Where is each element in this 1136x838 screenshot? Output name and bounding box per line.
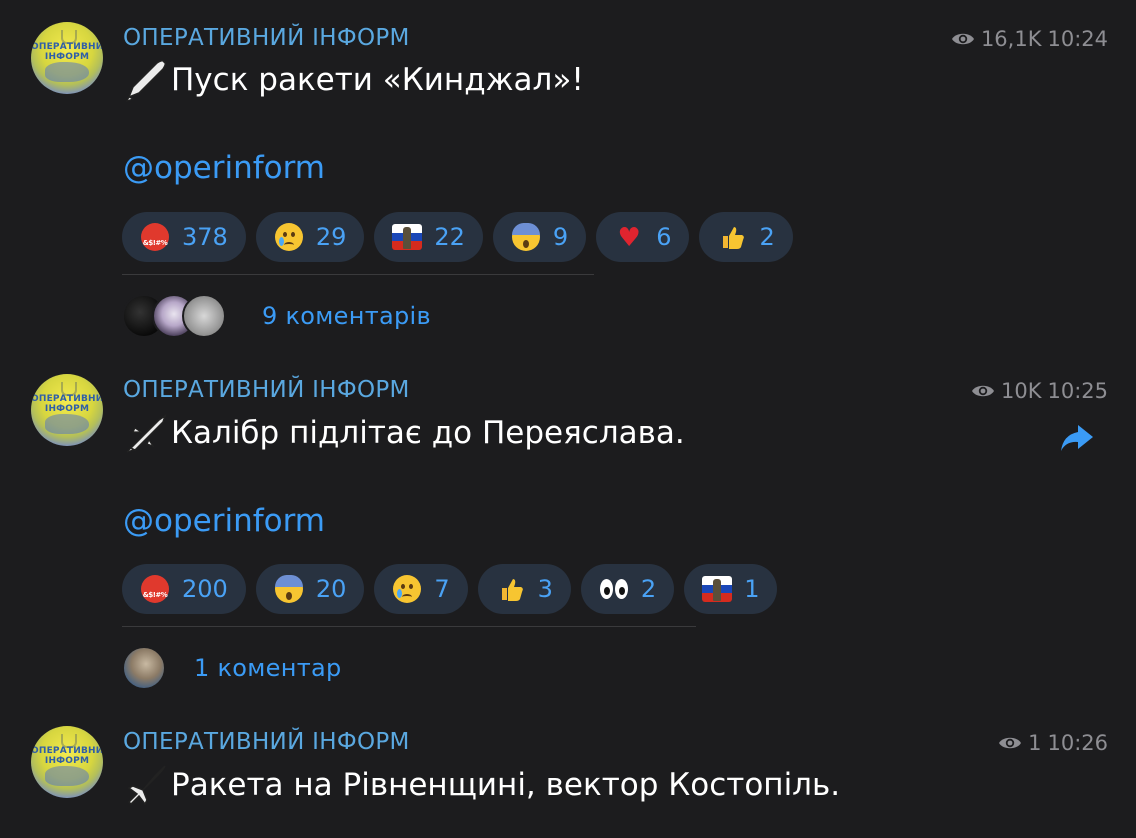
- message-body: Пуск ракети «Кинджал»!: [171, 62, 584, 98]
- russian-flag-figure-icon: [392, 222, 423, 252]
- screaming-face-icon: [274, 574, 304, 604]
- ukraine-map-icon: [45, 766, 89, 786]
- ukraine-map-icon: [45, 414, 89, 434]
- channel-name[interactable]: ОПЕРАТИВНИЙ ІНФОРМ: [123, 377, 410, 403]
- screaming-face-icon: [511, 222, 541, 252]
- channel-name[interactable]: ОПЕРАТИВНИЙ ІНФОРМ: [123, 729, 410, 755]
- reaction-count: 22: [434, 223, 465, 251]
- timestamp: 10:24: [1047, 27, 1108, 51]
- reaction-count: 2: [640, 575, 657, 603]
- thumbs-up-icon: [717, 222, 747, 252]
- reaction-count: 200: [182, 575, 228, 603]
- thumbs-up-icon: [496, 574, 526, 604]
- avatar-text: ОПЕРАТИВНИЙ ІНФОРМ: [31, 394, 103, 414]
- avatar: [182, 294, 226, 338]
- timestamp: 10:25: [1047, 379, 1108, 403]
- eye-icon: [999, 737, 1022, 749]
- reaction-count: 378: [182, 223, 228, 251]
- reaction-count: 20: [315, 575, 347, 603]
- reaction-count: 1: [744, 575, 760, 603]
- reactions-bar: 200 20 7 3 2 1: [122, 564, 778, 614]
- commenter-avatars: [122, 294, 226, 338]
- crying-face-icon: [274, 222, 304, 252]
- ukraine-map-icon: [45, 62, 89, 82]
- eyes-icon: [599, 574, 629, 604]
- message-body: Ракета на Рівненщині, вектор Костопіль.: [171, 767, 841, 803]
- reaction-count: 3: [537, 575, 553, 603]
- angry-face-icon: [140, 574, 170, 604]
- eye-icon: [951, 33, 974, 45]
- comments-link[interactable]: 1 коментар: [122, 646, 342, 690]
- avatar-text: ОПЕРАТИВНИЙ ІНФОРМ: [31, 746, 103, 766]
- mention-link[interactable]: @operinform: [123, 503, 325, 539]
- comments-link[interactable]: 9 коментарів: [122, 294, 431, 338]
- reaction-chip[interactable]: 7: [374, 564, 468, 614]
- reaction-count: 29: [315, 223, 347, 251]
- view-count: 1: [1028, 731, 1042, 755]
- reaction-chip[interactable]: 9: [492, 212, 587, 262]
- comments-count-label: 9 коментарів: [262, 302, 431, 330]
- view-count: 10K: [1000, 379, 1042, 403]
- reaction-chip[interactable]: 29: [255, 212, 365, 262]
- red-heart-icon: ♥: [617, 223, 641, 253]
- reaction-chip[interactable]: ♥ 6: [596, 212, 690, 262]
- angry-face-icon: [140, 222, 170, 252]
- airplane-icon: [127, 765, 166, 806]
- reaction-chip[interactable]: 20: [255, 564, 365, 614]
- eye-icon: [971, 385, 994, 397]
- channel-name[interactable]: ОПЕРАТИВНИЙ ІНФОРМ: [123, 25, 410, 51]
- missile-icon: [125, 59, 167, 103]
- reaction-count: 7: [434, 575, 450, 603]
- message-meta: 10K 10:25: [971, 379, 1108, 403]
- share-icon[interactable]: [1058, 422, 1096, 454]
- message-meta: 1 10:26: [998, 731, 1108, 755]
- avatar: [122, 646, 166, 690]
- reaction-chip[interactable]: 22: [374, 212, 483, 262]
- cruise-missile-icon: [126, 414, 167, 453]
- message-text: Ракета на Рівненщині, вектор Костопіль.: [123, 762, 840, 808]
- reaction-count: 6: [656, 223, 672, 251]
- reaction-chip[interactable]: 1: [684, 564, 778, 614]
- view-count: 16,1K: [980, 27, 1042, 51]
- reaction-chip[interactable]: 200: [122, 564, 246, 614]
- russian-flag-figure-icon: [702, 574, 733, 604]
- channel-avatar[interactable]: ОПЕРАТИВНИЙ ІНФОРМ: [31, 22, 103, 94]
- channel-avatar[interactable]: ОПЕРАТИВНИЙ ІНФОРМ: [31, 726, 103, 798]
- avatar-text: ОПЕРАТИВНИЙ ІНФОРМ: [31, 42, 103, 62]
- divider: [122, 274, 594, 275]
- channel-avatar[interactable]: ОПЕРАТИВНИЙ ІНФОРМ: [31, 374, 103, 446]
- reaction-chip[interactable]: 2: [699, 212, 793, 262]
- message-text: Пуск ракети «Кинджал»!: [123, 57, 584, 103]
- comments-count-label: 1 коментар: [194, 654, 342, 682]
- divider: [122, 626, 696, 627]
- timestamp: 10:26: [1047, 731, 1108, 755]
- reaction-chip[interactable]: 2: [580, 564, 675, 614]
- reaction-count: 2: [759, 223, 775, 251]
- message-body: Калібр підлітає до Переяслава.: [171, 415, 685, 451]
- commenter-avatars: [122, 646, 166, 690]
- message-text: Калібр підлітає до Переяслава.: [123, 410, 685, 456]
- reaction-chip[interactable]: 378: [122, 212, 246, 262]
- reactions-bar: 378 29 22 9 ♥ 6 2: [122, 212, 793, 262]
- message-meta: 16,1K 10:24: [951, 27, 1108, 51]
- reaction-chip[interactable]: 3: [477, 564, 571, 614]
- reaction-count: 9: [552, 223, 569, 251]
- mention-link[interactable]: @operinform: [123, 150, 325, 186]
- crying-face-icon: [392, 574, 422, 604]
